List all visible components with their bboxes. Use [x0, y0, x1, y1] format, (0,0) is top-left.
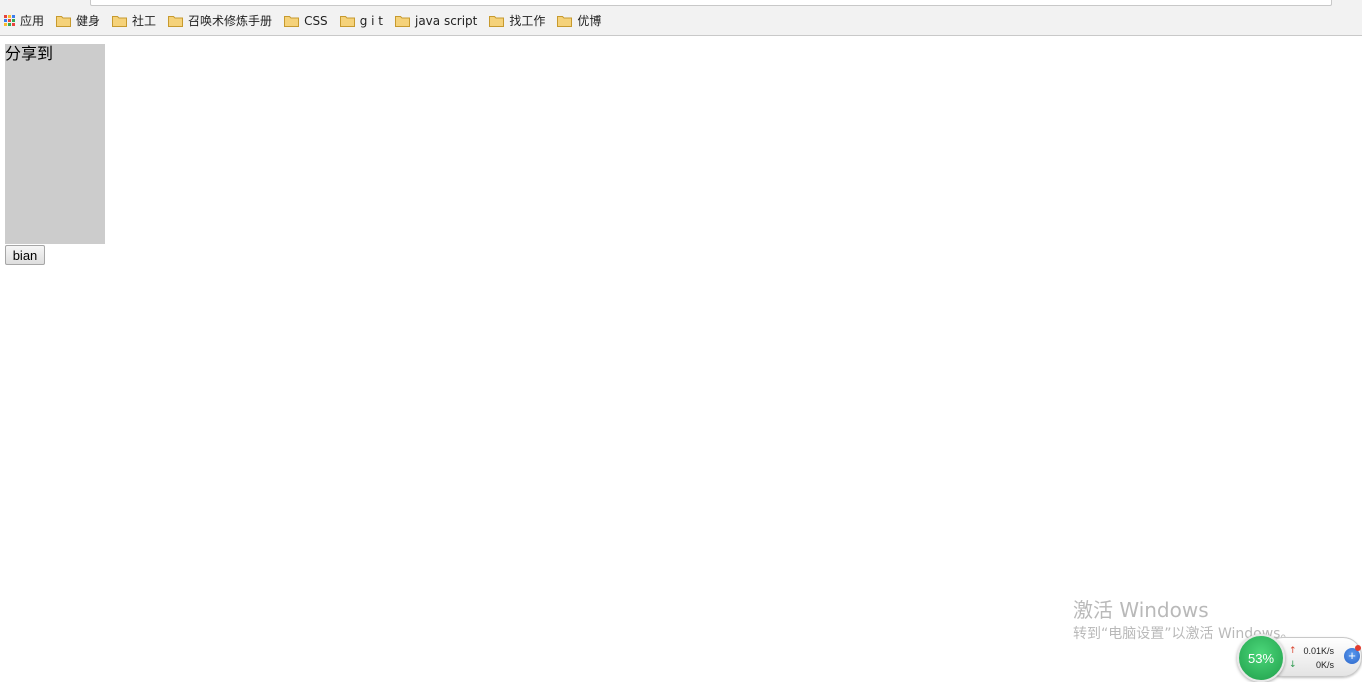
bookmark-folder-jobs[interactable]: 找工作: [483, 10, 551, 32]
bookmarks-bar: 应用 健身 社工 召唤术修炼手册 CSS g i t java script 找…: [0, 6, 1362, 36]
bookmark-apps[interactable]: 应用: [0, 10, 50, 32]
memory-percent: 53%: [1247, 650, 1275, 666]
bookmark-label: CSS: [304, 13, 328, 28]
bookmark-folder-git[interactable]: g i t: [334, 10, 389, 32]
watermark-title: 激活 Windows: [1073, 598, 1209, 622]
bookmark-folder-javascript[interactable]: java script: [389, 10, 483, 32]
bookmark-label: 健身: [76, 14, 101, 28]
network-speed-widget[interactable]: ↑ 0.01K/s ↓ 0K/s 53% +: [1234, 634, 1362, 682]
bookmark-label: 应用: [20, 14, 45, 28]
folder-icon: [284, 15, 300, 27]
bian-button[interactable]: bian: [5, 245, 45, 265]
bookmark-folder-social[interactable]: 社工: [106, 10, 162, 32]
folder-icon: [339, 15, 355, 27]
folder-icon: [394, 15, 410, 27]
bookmark-label: 找工作: [509, 14, 546, 28]
download-speed: 0K/s: [1315, 660, 1334, 670]
share-panel: 分享到: [5, 44, 105, 244]
bookmark-label: 召唤术修炼手册: [188, 14, 273, 28]
share-label: 分享到: [5, 44, 54, 63]
apps-icon: [4, 15, 15, 26]
bookmark-folder-youbo[interactable]: 优博: [551, 10, 607, 32]
bookmark-folder-fitness[interactable]: 健身: [50, 10, 106, 32]
bookmark-label: g i t: [359, 13, 383, 28]
folder-icon: [56, 15, 72, 27]
folder-icon: [489, 15, 505, 27]
bookmark-folder-css[interactable]: CSS: [278, 10, 334, 32]
upload-speed: 0.01K/s: [1303, 646, 1334, 656]
notification-dot: [1355, 645, 1361, 651]
bookmark-label: 优博: [577, 14, 602, 28]
memory-usage-circle[interactable]: 53%: [1237, 634, 1285, 682]
bookmark-label: 社工: [132, 14, 157, 28]
folder-icon: [168, 15, 184, 27]
folder-icon: [557, 15, 573, 27]
bookmark-folder-summoning[interactable]: 召唤术修炼手册: [162, 10, 278, 32]
folder-icon: [112, 15, 128, 27]
bookmark-label: java script: [414, 13, 478, 28]
